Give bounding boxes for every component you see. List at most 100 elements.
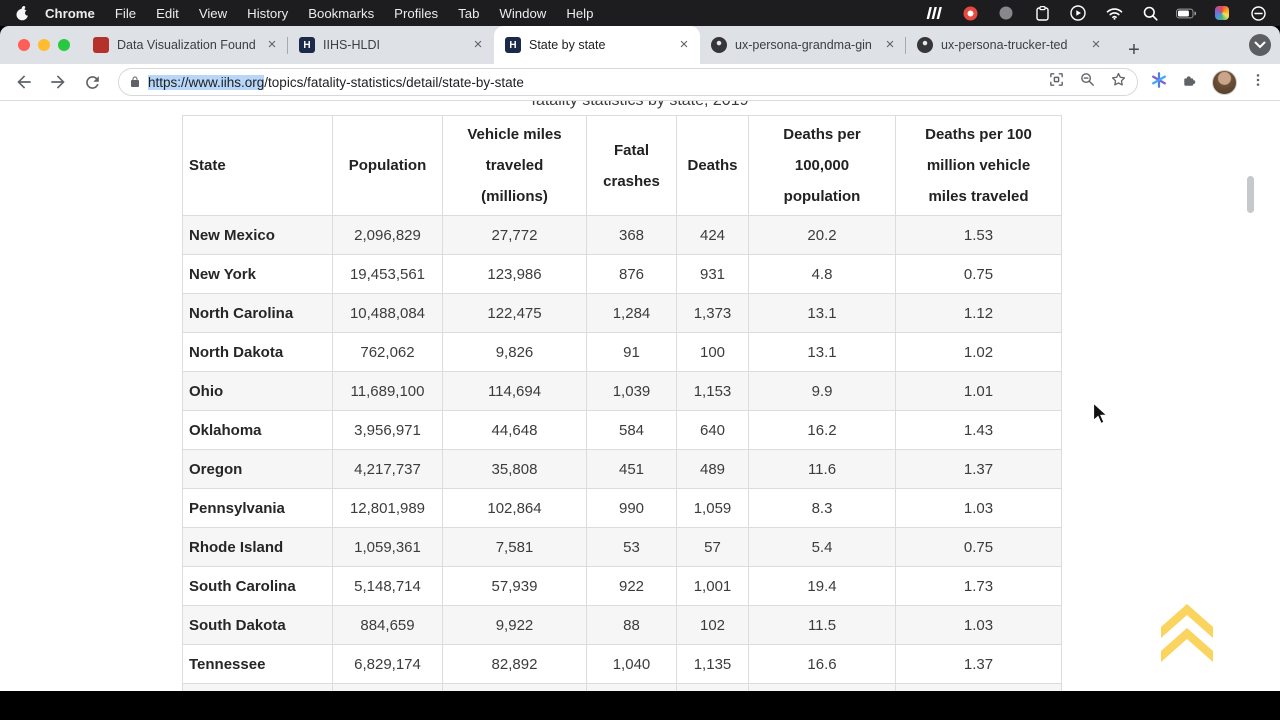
- value-cell: 1.12: [896, 294, 1062, 333]
- tab-search-button[interactable]: [1249, 34, 1271, 56]
- value-cell: 1.37: [896, 645, 1062, 684]
- url-text[interactable]: https://www.iihs.org/topics/fatality-sta…: [148, 75, 524, 90]
- table-row: Ohio11,689,100114,6941,0391,1539.91.01: [183, 372, 1062, 411]
- focus-icon[interactable]: [1248, 5, 1268, 21]
- value-cell: 1,040: [587, 645, 677, 684]
- tab-label: Data Visualization Found: [117, 38, 256, 52]
- value-cell: [677, 684, 749, 692]
- bookmark-star-icon[interactable]: [1110, 71, 1127, 93]
- column-header: Vehicle miles traveled (millions): [443, 116, 587, 216]
- state-cell: Tennessee: [183, 645, 333, 684]
- window-minimize-button[interactable]: [38, 39, 50, 51]
- column-header: State: [183, 116, 333, 216]
- value-cell: 20.2: [749, 216, 896, 255]
- value-cell: 451: [587, 450, 677, 489]
- tab-close-icon[interactable]: ×: [264, 37, 280, 53]
- column-header: Fatal crashes: [587, 116, 677, 216]
- url-bar[interactable]: https://www.iihs.org/topics/fatality-sta…: [118, 68, 1138, 96]
- menubar-item-edit[interactable]: Edit: [156, 6, 179, 21]
- value-cell: 2,096,829: [333, 216, 443, 255]
- menubar-item-history[interactable]: History: [247, 6, 288, 21]
- tab-data-visualization-found[interactable]: Data Visualization Found ×: [82, 26, 288, 64]
- lock-icon[interactable]: [129, 75, 141, 89]
- table-row-partial: [183, 684, 1062, 692]
- tab-close-icon[interactable]: ×: [1088, 37, 1104, 53]
- window-close-button[interactable]: [18, 39, 30, 51]
- gray-circle-icon[interactable]: [996, 5, 1016, 21]
- value-cell: 1,059: [677, 489, 749, 528]
- record-icon[interactable]: [960, 5, 980, 21]
- scrollbar[interactable]: [1247, 176, 1254, 213]
- menubar-item-tab[interactable]: Tab: [458, 6, 479, 21]
- menubar-items: Chrome File Edit View History Bookmarks Profil…: [45, 6, 593, 21]
- new-tab-button[interactable]: +: [1120, 36, 1148, 64]
- menubar-item-view[interactable]: View: [199, 6, 227, 21]
- tab-close-icon[interactable]: ×: [882, 37, 898, 53]
- state-cell: Oklahoma: [183, 411, 333, 450]
- reload-button[interactable]: [78, 68, 106, 96]
- clipboard-icon[interactable]: [1032, 5, 1052, 21]
- battery-icon[interactable]: [1176, 5, 1196, 21]
- apple-icon[interactable]: [16, 6, 29, 21]
- tab-label: ux-persona-grandma-gin: [735, 38, 874, 52]
- menubar-status: [924, 5, 1268, 21]
- value-cell: 640: [677, 411, 749, 450]
- extensions-puzzle-icon[interactable]: [1181, 71, 1199, 94]
- app-bars-icon[interactable]: [924, 5, 944, 21]
- scan-icon[interactable]: [1048, 71, 1065, 93]
- value-cell: 368: [587, 216, 677, 255]
- menubar-item-help[interactable]: Help: [566, 6, 593, 21]
- value-cell: 1.02: [896, 333, 1062, 372]
- value-cell: 1.53: [896, 216, 1062, 255]
- value-cell: 11.5: [749, 606, 896, 645]
- menubar-item-window[interactable]: Window: [499, 6, 546, 21]
- value-cell: 1.37: [896, 450, 1062, 489]
- clipped-heading: fatality statistics by state, 2019: [0, 101, 1280, 113]
- menubar-item-file[interactable]: File: [115, 6, 136, 21]
- screen: Chrome File Edit View History Bookmarks Profil…: [0, 0, 1280, 720]
- tab-iihs-hldi[interactable]: HIIHS-HLDI×: [288, 26, 494, 64]
- state-cell: North Dakota: [183, 333, 333, 372]
- tab-state-by-state[interactable]: HState by state×: [494, 26, 700, 64]
- state-cell: North Carolina: [183, 294, 333, 333]
- zoom-icon[interactable]: [1079, 71, 1096, 93]
- wifi-icon[interactable]: [1104, 5, 1124, 21]
- value-cell: 1,039: [587, 372, 677, 411]
- tab-close-icon[interactable]: ×: [470, 37, 486, 53]
- back-button[interactable]: [10, 68, 38, 96]
- value-cell: [183, 684, 333, 692]
- value-cell: 1,153: [677, 372, 749, 411]
- value-cell: 0.75: [896, 255, 1062, 294]
- profile-avatar[interactable]: [1212, 70, 1237, 95]
- tab-close-icon[interactable]: ×: [676, 37, 692, 53]
- table-row: Rhode Island1,059,3617,58153575.40.75: [183, 528, 1062, 567]
- state-cell: Ohio: [183, 372, 333, 411]
- forward-button[interactable]: [44, 68, 72, 96]
- state-cell: New Mexico: [183, 216, 333, 255]
- menubar-item-bookmarks[interactable]: Bookmarks: [308, 6, 374, 21]
- value-cell: 1.03: [896, 606, 1062, 645]
- tab-label: IIHS-HLDI: [323, 38, 462, 52]
- tab-label: State by state: [529, 38, 668, 52]
- window-zoom-button[interactable]: [58, 39, 70, 51]
- tab-ux-persona-trucker-ted[interactable]: ux-persona-trucker-ted×: [906, 26, 1112, 64]
- tabs-container: Data Visualization Found×HIIHS-HLDI×HSta…: [82, 26, 1112, 64]
- value-cell: 27,772: [443, 216, 587, 255]
- table-row: Oregon4,217,73735,80845148911.61.37: [183, 450, 1062, 489]
- pinwheel-extension-icon[interactable]: [1150, 71, 1168, 94]
- play-circle-icon[interactable]: [1068, 5, 1088, 21]
- browser-menu-kebab-icon[interactable]: [1250, 71, 1266, 94]
- value-cell: 16.2: [749, 411, 896, 450]
- colorful-app-icon[interactable]: [1212, 5, 1232, 21]
- letterbox-bottom: [0, 691, 1280, 720]
- value-cell: 931: [677, 255, 749, 294]
- menubar-item-profiles[interactable]: Profiles: [394, 6, 438, 21]
- value-cell: 19,453,561: [333, 255, 443, 294]
- persona-favicon: [711, 37, 727, 53]
- value-cell: 3,956,971: [333, 411, 443, 450]
- menubar-item-chrome[interactable]: Chrome: [45, 6, 95, 21]
- spotlight-search-icon[interactable]: [1140, 5, 1160, 21]
- page-action-icons: [1040, 71, 1127, 93]
- tab-ux-persona-grandma-gin[interactable]: ux-persona-grandma-gin ×: [700, 26, 906, 64]
- back-to-top-button[interactable]: [1158, 600, 1216, 662]
